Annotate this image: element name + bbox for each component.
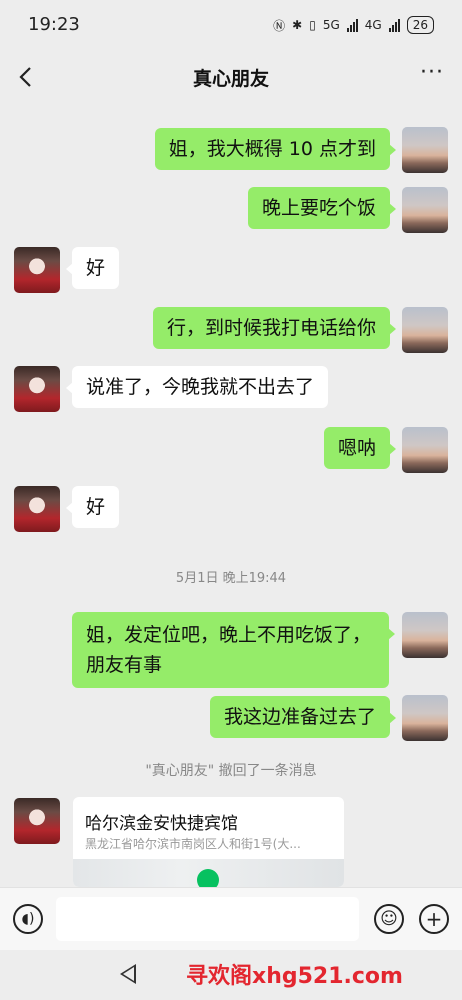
message-bubble-self[interactable]: 嗯呐 [323, 427, 397, 469]
location-card[interactable]: 哈尔滨金安快捷宾馆 黑龙江省哈尔滨市南岗区人和街1号(大... [73, 797, 344, 887]
chat-header: 真心朋友 ··· [0, 52, 462, 102]
vibrate-icon: ▯ [309, 18, 316, 32]
avatar-self[interactable] [402, 612, 448, 658]
status-icons: Ⓝ ✱ ▯ 5G 4G 26 [273, 16, 434, 34]
status-bar: 19:23 Ⓝ ✱ ▯ 5G 4G 26 [0, 0, 462, 52]
signal-icon [388, 18, 400, 32]
system-nav-bar: 寻欢阁xhg521.com [0, 950, 462, 1000]
more-dots-icon[interactable]: ··· [420, 60, 444, 85]
network-5g-label: 5G [322, 18, 340, 32]
system-back-icon[interactable] [120, 964, 136, 984]
location-map-preview [73, 859, 344, 887]
network-4g-label: 4G [364, 18, 382, 32]
watermark: 寻欢阁xhg521.com [186, 964, 403, 989]
input-bar: ◖) ☺ + [0, 887, 462, 950]
recall-notice: "真心朋友" 撤回了一条消息 [145, 763, 317, 779]
signal-icon [346, 18, 358, 32]
location-address: 黑龙江省哈尔滨市南岗区人和街1号(大... [85, 837, 301, 851]
avatar-contact[interactable] [14, 798, 60, 844]
message-bubble-self[interactable]: 我这边准备过去了 [209, 696, 397, 738]
message-bubble-contact[interactable]: 好 [65, 247, 120, 289]
chat-title: 真心朋友 [192, 68, 269, 90]
voice-icon[interactable]: ◖) [13, 904, 43, 934]
message-bubble-self[interactable]: 行，到时候我打电话给你 [152, 307, 397, 349]
avatar-self[interactable] [402, 427, 448, 473]
bluetooth-icon: ✱ [292, 18, 303, 32]
nfc-icon: Ⓝ [273, 18, 286, 33]
plus-icon[interactable]: + [419, 904, 449, 934]
avatar-contact[interactable] [14, 247, 60, 293]
status-time: 19:23 [28, 14, 80, 35]
message-bubble-self[interactable]: 姐，我大概得 10 点才到 [154, 128, 397, 170]
location-name: 哈尔滨金安快捷宾馆 [85, 814, 238, 834]
avatar-self[interactable] [402, 127, 448, 173]
message-bubble-contact[interactable]: 说准了，今晚我就不出去了 [65, 366, 329, 408]
avatar-self[interactable] [402, 307, 448, 353]
battery-indicator: 26 [406, 16, 434, 34]
message-bubble-self[interactable]: 晚上要吃个饭 [247, 187, 397, 229]
avatar-self[interactable] [402, 187, 448, 233]
message-bubble-contact[interactable]: 好 [65, 486, 120, 528]
message-input[interactable] [56, 897, 359, 941]
map-pin-icon [197, 869, 219, 887]
avatar-self[interactable] [402, 695, 448, 741]
avatar-contact[interactable] [14, 486, 60, 532]
avatar-contact[interactable] [14, 366, 60, 412]
message-timestamp: 5月1日 晚上19:44 [175, 571, 287, 586]
emoji-icon[interactable]: ☺ [374, 904, 404, 934]
message-bubble-self[interactable]: 姐，发定位吧，晚上不用吃饭了，朋友有事 [72, 612, 395, 688]
